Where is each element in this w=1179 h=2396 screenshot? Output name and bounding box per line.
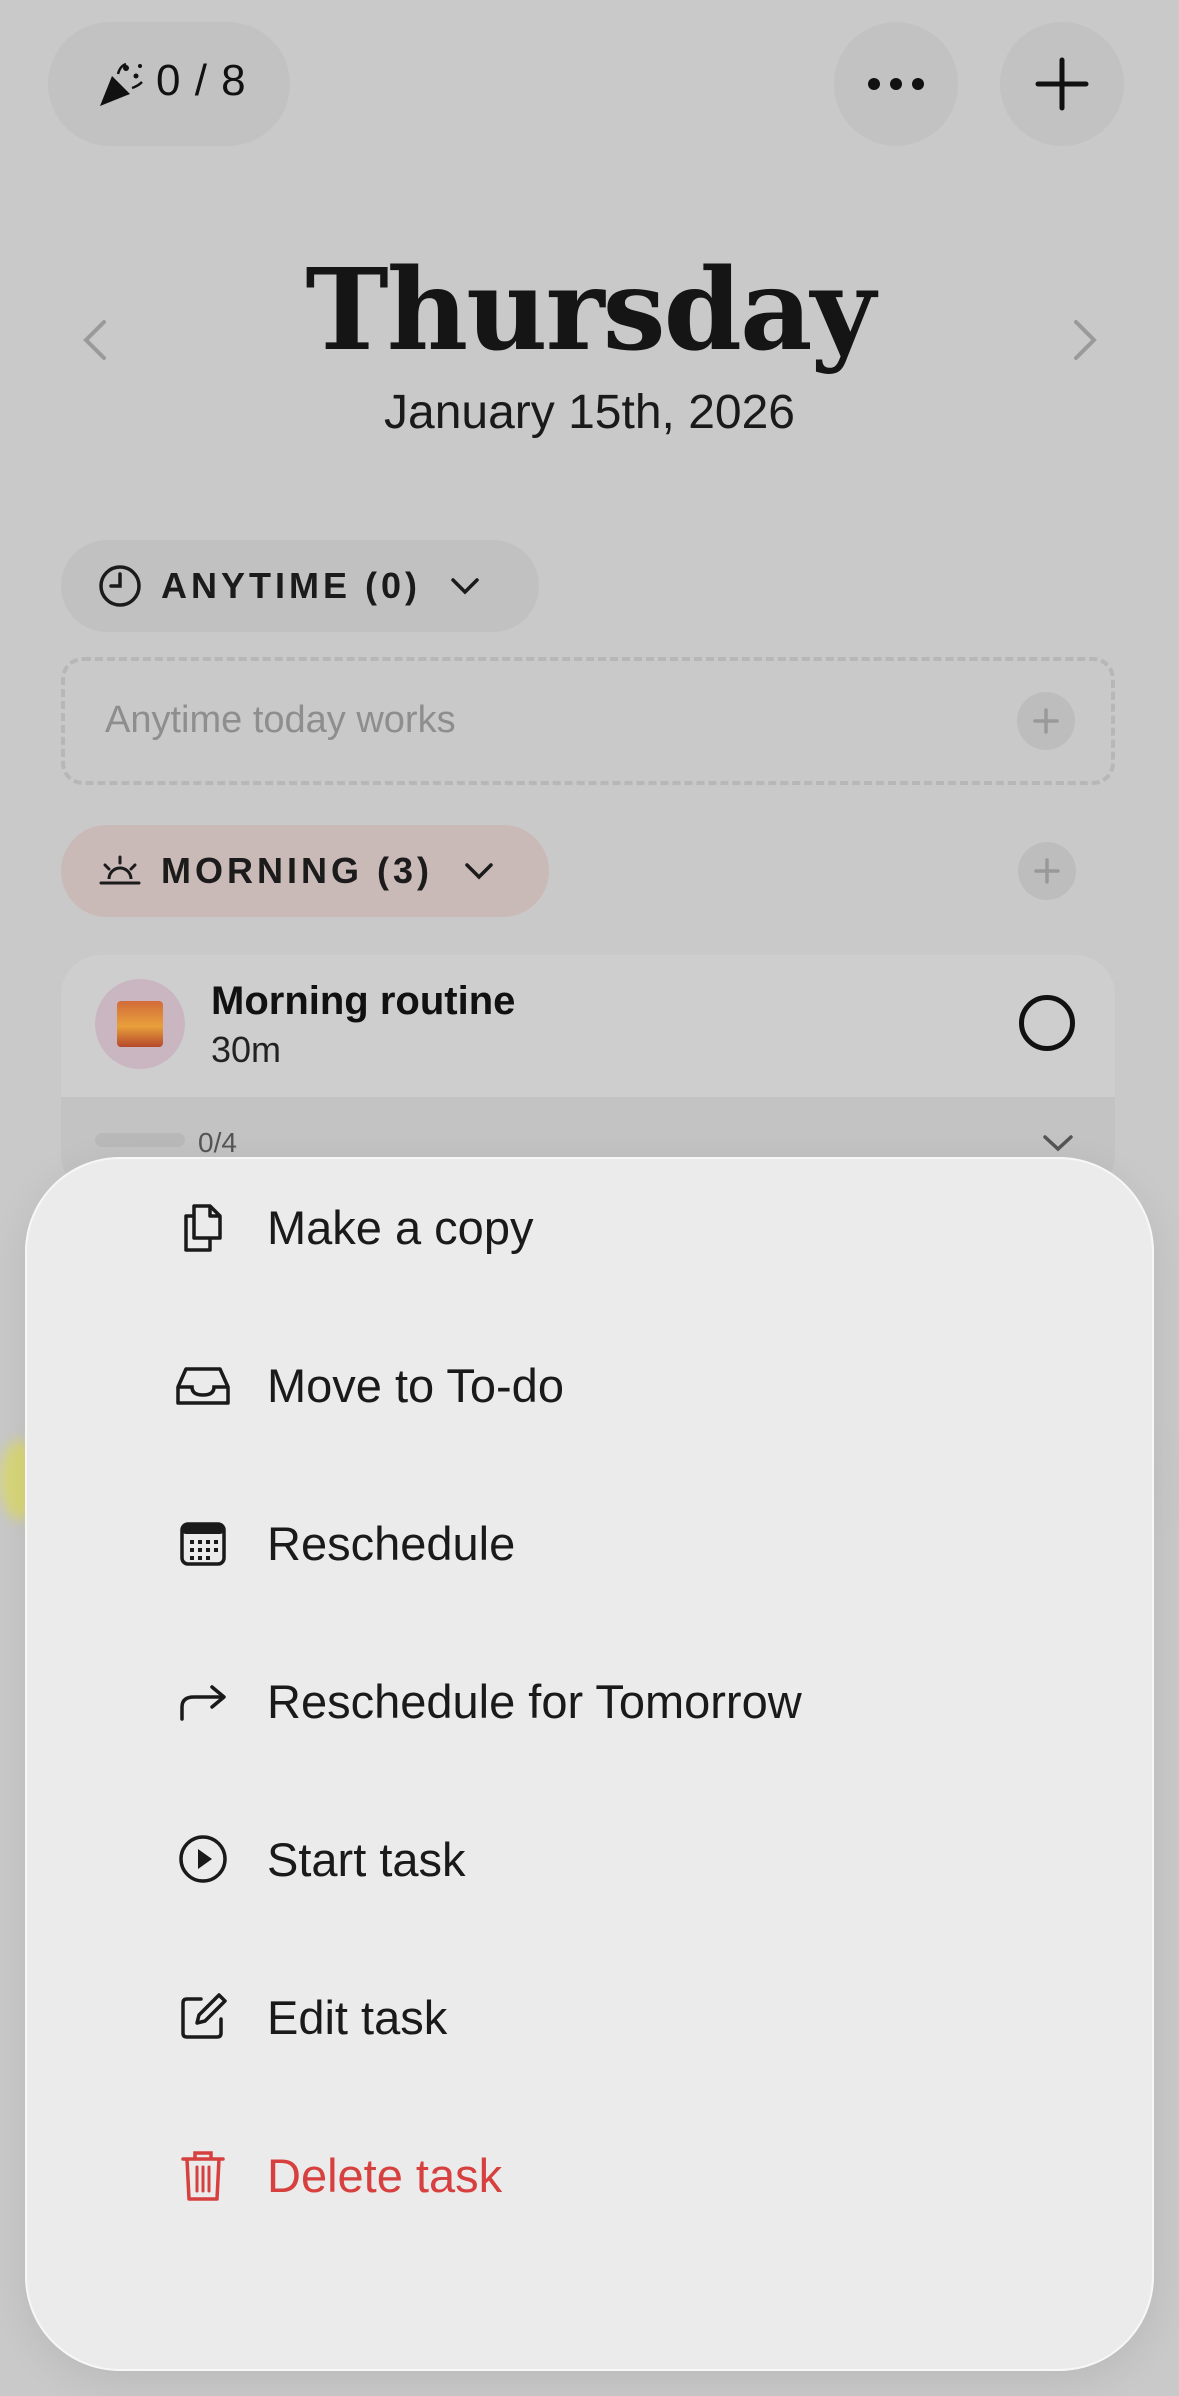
chevron-down-icon — [451, 578, 479, 595]
start-task-menu-item[interactable]: Start task — [25, 1799, 1154, 1919]
party-popper-icon — [100, 62, 143, 106]
task-action-sheet: Make a copy Move to To-do Reschedule Res… — [25, 1157, 1154, 2371]
add-anytime-task-button[interactable] — [1017, 692, 1075, 750]
chevron-down-icon[interactable] — [1041, 1133, 1075, 1153]
start-task-label: Start task — [267, 1832, 466, 1886]
chevron-down-icon — [465, 863, 493, 880]
add-task-button[interactable] — [1000, 22, 1124, 146]
play-circle-icon — [173, 1829, 233, 1889]
move-to-todo-menu-item[interactable]: Move to To-do — [25, 1325, 1154, 1445]
anytime-section-toggle[interactable]: ANYTIME (0) — [61, 540, 539, 632]
inbox-icon — [173, 1355, 233, 1415]
trash-icon — [173, 2145, 233, 2205]
reschedule-label: Reschedule — [267, 1516, 516, 1570]
day-title: Thursday — [305, 245, 875, 376]
task-title: Morning routine — [211, 979, 516, 1023]
delete-task-label: Delete task — [267, 2148, 503, 2202]
task-card-header[interactable]: Morning routine 30m — [61, 955, 1115, 1097]
anytime-empty-slot[interactable]: Anytime today works — [61, 657, 1115, 785]
calendar-icon — [173, 1513, 233, 1573]
make-copy-label: Make a copy — [267, 1200, 534, 1254]
anytime-placeholder: Anytime today works — [105, 699, 456, 741]
sunrise-icon — [99, 855, 141, 885]
task-thumbnail — [95, 979, 185, 1069]
delete-task-menu-item[interactable]: Delete task — [25, 2115, 1154, 2235]
anytime-section-label: ANYTIME (0) — [161, 565, 421, 606]
clock-icon — [99, 565, 141, 607]
reschedule-tomorrow-menu-item[interactable]: Reschedule for Tomorrow — [25, 1641, 1154, 1761]
reschedule-menu-item[interactable]: Reschedule — [25, 1483, 1154, 1603]
move-to-todo-label: Move to To-do — [267, 1358, 564, 1412]
date-subtitle: January 15th, 2026 — [384, 386, 795, 439]
add-morning-task-button[interactable] — [1018, 842, 1076, 900]
make-copy-menu-item[interactable]: Make a copy — [25, 1167, 1154, 1287]
morning-section-label: MORNING (3) — [161, 850, 433, 891]
subtask-progress-bar — [95, 1133, 185, 1147]
task-duration: 30m — [211, 1029, 282, 1070]
completion-count: 0 / 8 — [156, 56, 247, 105]
task-complete-checkbox[interactable] — [1019, 995, 1075, 1051]
more-options-button[interactable] — [834, 22, 958, 146]
morning-section-toggle[interactable]: MORNING (3) — [61, 825, 549, 917]
plus-icon — [1034, 858, 1060, 884]
ellipsis-icon — [868, 78, 924, 90]
copy-icon — [173, 1197, 233, 1257]
forward-arrow-icon — [173, 1671, 233, 1731]
reschedule-tomorrow-label: Reschedule for Tomorrow — [267, 1674, 802, 1728]
subtask-progress-text: 0/4 — [198, 1127, 237, 1158]
sunrise-image-icon — [117, 1001, 163, 1047]
edit-icon — [173, 1987, 233, 2047]
plus-icon — [1035, 57, 1089, 111]
plus-icon — [1033, 708, 1059, 734]
edit-task-menu-item[interactable]: Edit task — [25, 1957, 1154, 2077]
edit-task-label: Edit task — [267, 1990, 448, 2044]
completion-counter[interactable]: 0 / 8 — [48, 22, 290, 146]
next-day-arrow-icon[interactable] — [1054, 310, 1114, 370]
